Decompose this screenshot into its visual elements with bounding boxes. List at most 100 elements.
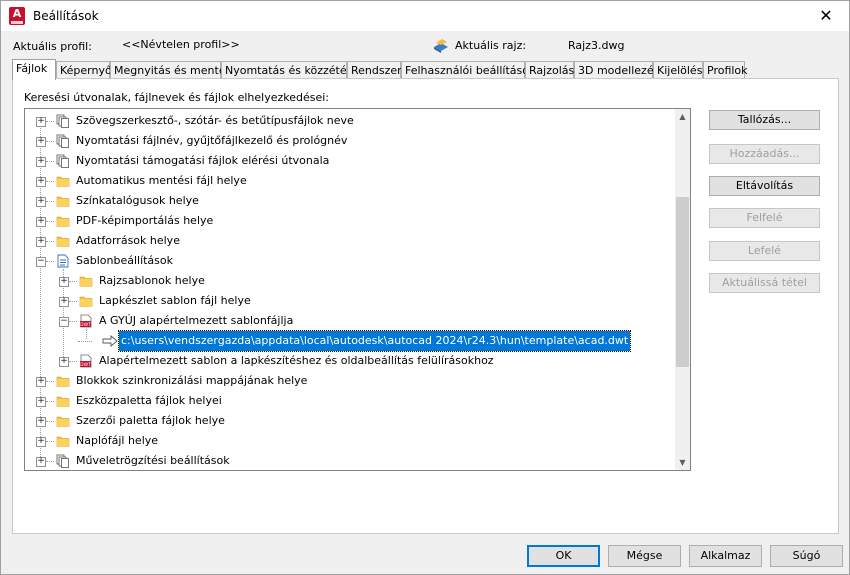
tree-item-label: Adatforrások helye <box>76 234 180 247</box>
tree-item[interactable]: + Blokkok szinkronizálási mappájának hely… <box>25 371 675 391</box>
tree-item-label: Műveletrögzítési beállítások <box>76 454 230 467</box>
tree-guide-line <box>46 141 54 142</box>
tree-item-label: Rajzsablonok helye <box>99 274 205 287</box>
tree-scrollbar[interactable]: ▲ ▼ <box>675 109 690 470</box>
expand-icon[interactable]: + <box>36 197 46 207</box>
move-up-button[interactable]: Felfelé <box>709 208 820 228</box>
tree-guide-line <box>46 421 54 422</box>
current-drawing-label: Aktuális rajz: <box>455 39 527 52</box>
tree-item-label: Blokkok szinkronizálási mappájának helye <box>76 374 308 387</box>
scroll-down-arrow-icon[interactable]: ▼ <box>675 455 690 470</box>
ok-button[interactable]: OK <box>527 545 600 567</box>
tab-files[interactable]: Fájlok <box>12 59 56 80</box>
tree-guide-line <box>46 441 54 442</box>
add-button[interactable]: Hozzáadás... <box>709 144 820 164</box>
tree-item-label: c:\users\vendszergazda\appdata\local\aut… <box>117 330 632 352</box>
collapse-icon[interactable]: − <box>36 257 46 267</box>
tree-item-label: Sablonbeállítások <box>76 254 174 267</box>
tree-guide-line <box>46 461 54 462</box>
scroll-up-arrow-icon[interactable]: ▲ <box>675 109 690 124</box>
expand-icon[interactable]: + <box>36 217 46 227</box>
tab-drafting[interactable]: Rajzolás <box>525 61 574 78</box>
svg-text:DWT: DWT <box>80 362 91 368</box>
expand-icon[interactable]: + <box>36 437 46 447</box>
tab-profiles[interactable]: Profilok <box>703 61 748 78</box>
tree-item[interactable]: + Nyomtatási fájlnév, gyűjtőfájlkezelő és… <box>25 131 675 151</box>
tree-item[interactable]: + Rajzsablonok helye <box>25 271 675 291</box>
tree-guide-line <box>78 341 92 342</box>
folder-icon <box>56 374 70 388</box>
tree-item-label: Szerzői paletta fájlok helye <box>76 414 225 427</box>
tree-item-label: Eszközpaletta fájlok helyei <box>76 394 222 407</box>
folder-icon <box>56 414 70 428</box>
tree-guide-line <box>46 401 54 402</box>
move-down-button[interactable]: Lefelé <box>709 241 820 261</box>
tree-item[interactable]: + Adatforrások helye <box>25 231 675 251</box>
expand-icon[interactable]: + <box>36 397 46 407</box>
expand-icon[interactable]: + <box>59 277 69 287</box>
tree-item[interactable]: + DWT Alapértelmezett sablon a lapkészítés… <box>25 351 675 371</box>
tree-item[interactable]: + Automatikus mentési fájl helye <box>25 171 675 191</box>
tree-item[interactable]: + Nyomtatási támogatási fájlok elérési út… <box>25 151 675 171</box>
tree-caption: Keresési útvonalak, fájlnevek és fájlok … <box>24 91 330 104</box>
tab-display[interactable]: Képernyő <box>56 61 112 78</box>
expand-icon[interactable]: + <box>36 117 46 127</box>
title-bar: A Beállítások ✕ <box>1 1 849 31</box>
expand-icon[interactable]: + <box>36 457 46 467</box>
tab-selection[interactable]: Kijelölés <box>653 61 703 78</box>
arrow-icon <box>102 334 118 348</box>
tab-plot-and-publish[interactable]: Nyomtatás és közzététel <box>221 61 361 78</box>
help-button[interactable]: Súgó <box>770 545 843 567</box>
apply-button[interactable]: Alkalmaz <box>689 545 762 567</box>
close-button[interactable]: ✕ <box>803 1 849 31</box>
tree-guide-line <box>46 241 54 242</box>
multi-doc-icon <box>56 114 70 128</box>
tree-item-label: Lapkészlet sablon fájl helye <box>99 294 251 307</box>
tree-guide-line <box>69 321 77 322</box>
tree-item[interactable]: − DWT A GYÚJ alapértelmezett sablonfájlja <box>25 311 675 331</box>
autocad-app-icon: A <box>9 7 25 25</box>
tab-system[interactable]: Rendszer <box>347 61 402 78</box>
tab-open-and-save[interactable]: Megnyitás és mentés <box>110 61 231 78</box>
tree-guide-line <box>46 221 54 222</box>
expand-icon[interactable]: + <box>36 417 46 427</box>
remove-button[interactable]: Eltávolítás <box>709 176 820 196</box>
tab-user-preferences[interactable]: Felhasználói beállítások <box>401 61 535 78</box>
tree-guide-line <box>46 261 54 262</box>
tree-item[interactable]: + Eszközpaletta fájlok helyei <box>25 391 675 411</box>
tab-3d-modeling[interactable]: 3D modellezés <box>574 61 659 78</box>
folder-icon <box>79 294 93 308</box>
cancel-button[interactable]: Mégse <box>608 545 681 567</box>
tree-guide-line <box>69 361 77 362</box>
folder-icon <box>56 214 70 228</box>
multi-doc-icon <box>56 134 70 148</box>
tree-item[interactable]: + Szövegszerkesztő-, szótár- és betűtípus… <box>25 111 675 131</box>
tree-item-label: Szövegszerkesztő-, szótár- és betűtípusf… <box>76 114 354 127</box>
expand-icon[interactable]: + <box>36 157 46 167</box>
search-paths-tree[interactable]: + Szövegszerkesztő-, szótár- és betűtípus… <box>24 108 691 471</box>
collapse-icon[interactable]: − <box>59 317 69 327</box>
tree-item[interactable]: + Műveletrögzítési beállítások <box>25 451 675 470</box>
dwt-file-icon: DWT <box>79 314 93 328</box>
scroll-thumb[interactable] <box>676 197 689 367</box>
folder-icon <box>56 434 70 448</box>
tree-item[interactable]: + Szerzői paletta fájlok helye <box>25 411 675 431</box>
tree-item[interactable]: c:\users\vendszergazda\appdata\local\aut… <box>25 330 675 352</box>
expand-icon[interactable]: + <box>36 237 46 247</box>
tree-item-label: Naplófájl helye <box>76 434 159 447</box>
tree-item[interactable]: + Színkatalógusok helye <box>25 191 675 211</box>
tree-item[interactable]: + Lapkészlet sablon fájl helye <box>25 291 675 311</box>
tree-item[interactable]: + PDF-képimportálás helye <box>25 211 675 231</box>
expand-icon[interactable]: + <box>59 297 69 307</box>
expand-icon[interactable]: + <box>36 377 46 387</box>
tree-guide-line <box>46 181 54 182</box>
tree-item[interactable]: + Naplófájl helye <box>25 431 675 451</box>
set-current-button[interactable]: Aktuálissá tétel <box>709 273 820 293</box>
document-icon <box>56 254 70 268</box>
expand-icon[interactable]: + <box>36 177 46 187</box>
expand-icon[interactable]: + <box>59 357 69 367</box>
browse-button[interactable]: Tallózás... <box>709 110 820 130</box>
tree-item-label: Nyomtatási fájlnév, gyűjtőfájlkezelő és … <box>76 134 348 147</box>
tree-item[interactable]: − Sablonbeállítások <box>25 251 675 271</box>
expand-icon[interactable]: + <box>36 137 46 147</box>
